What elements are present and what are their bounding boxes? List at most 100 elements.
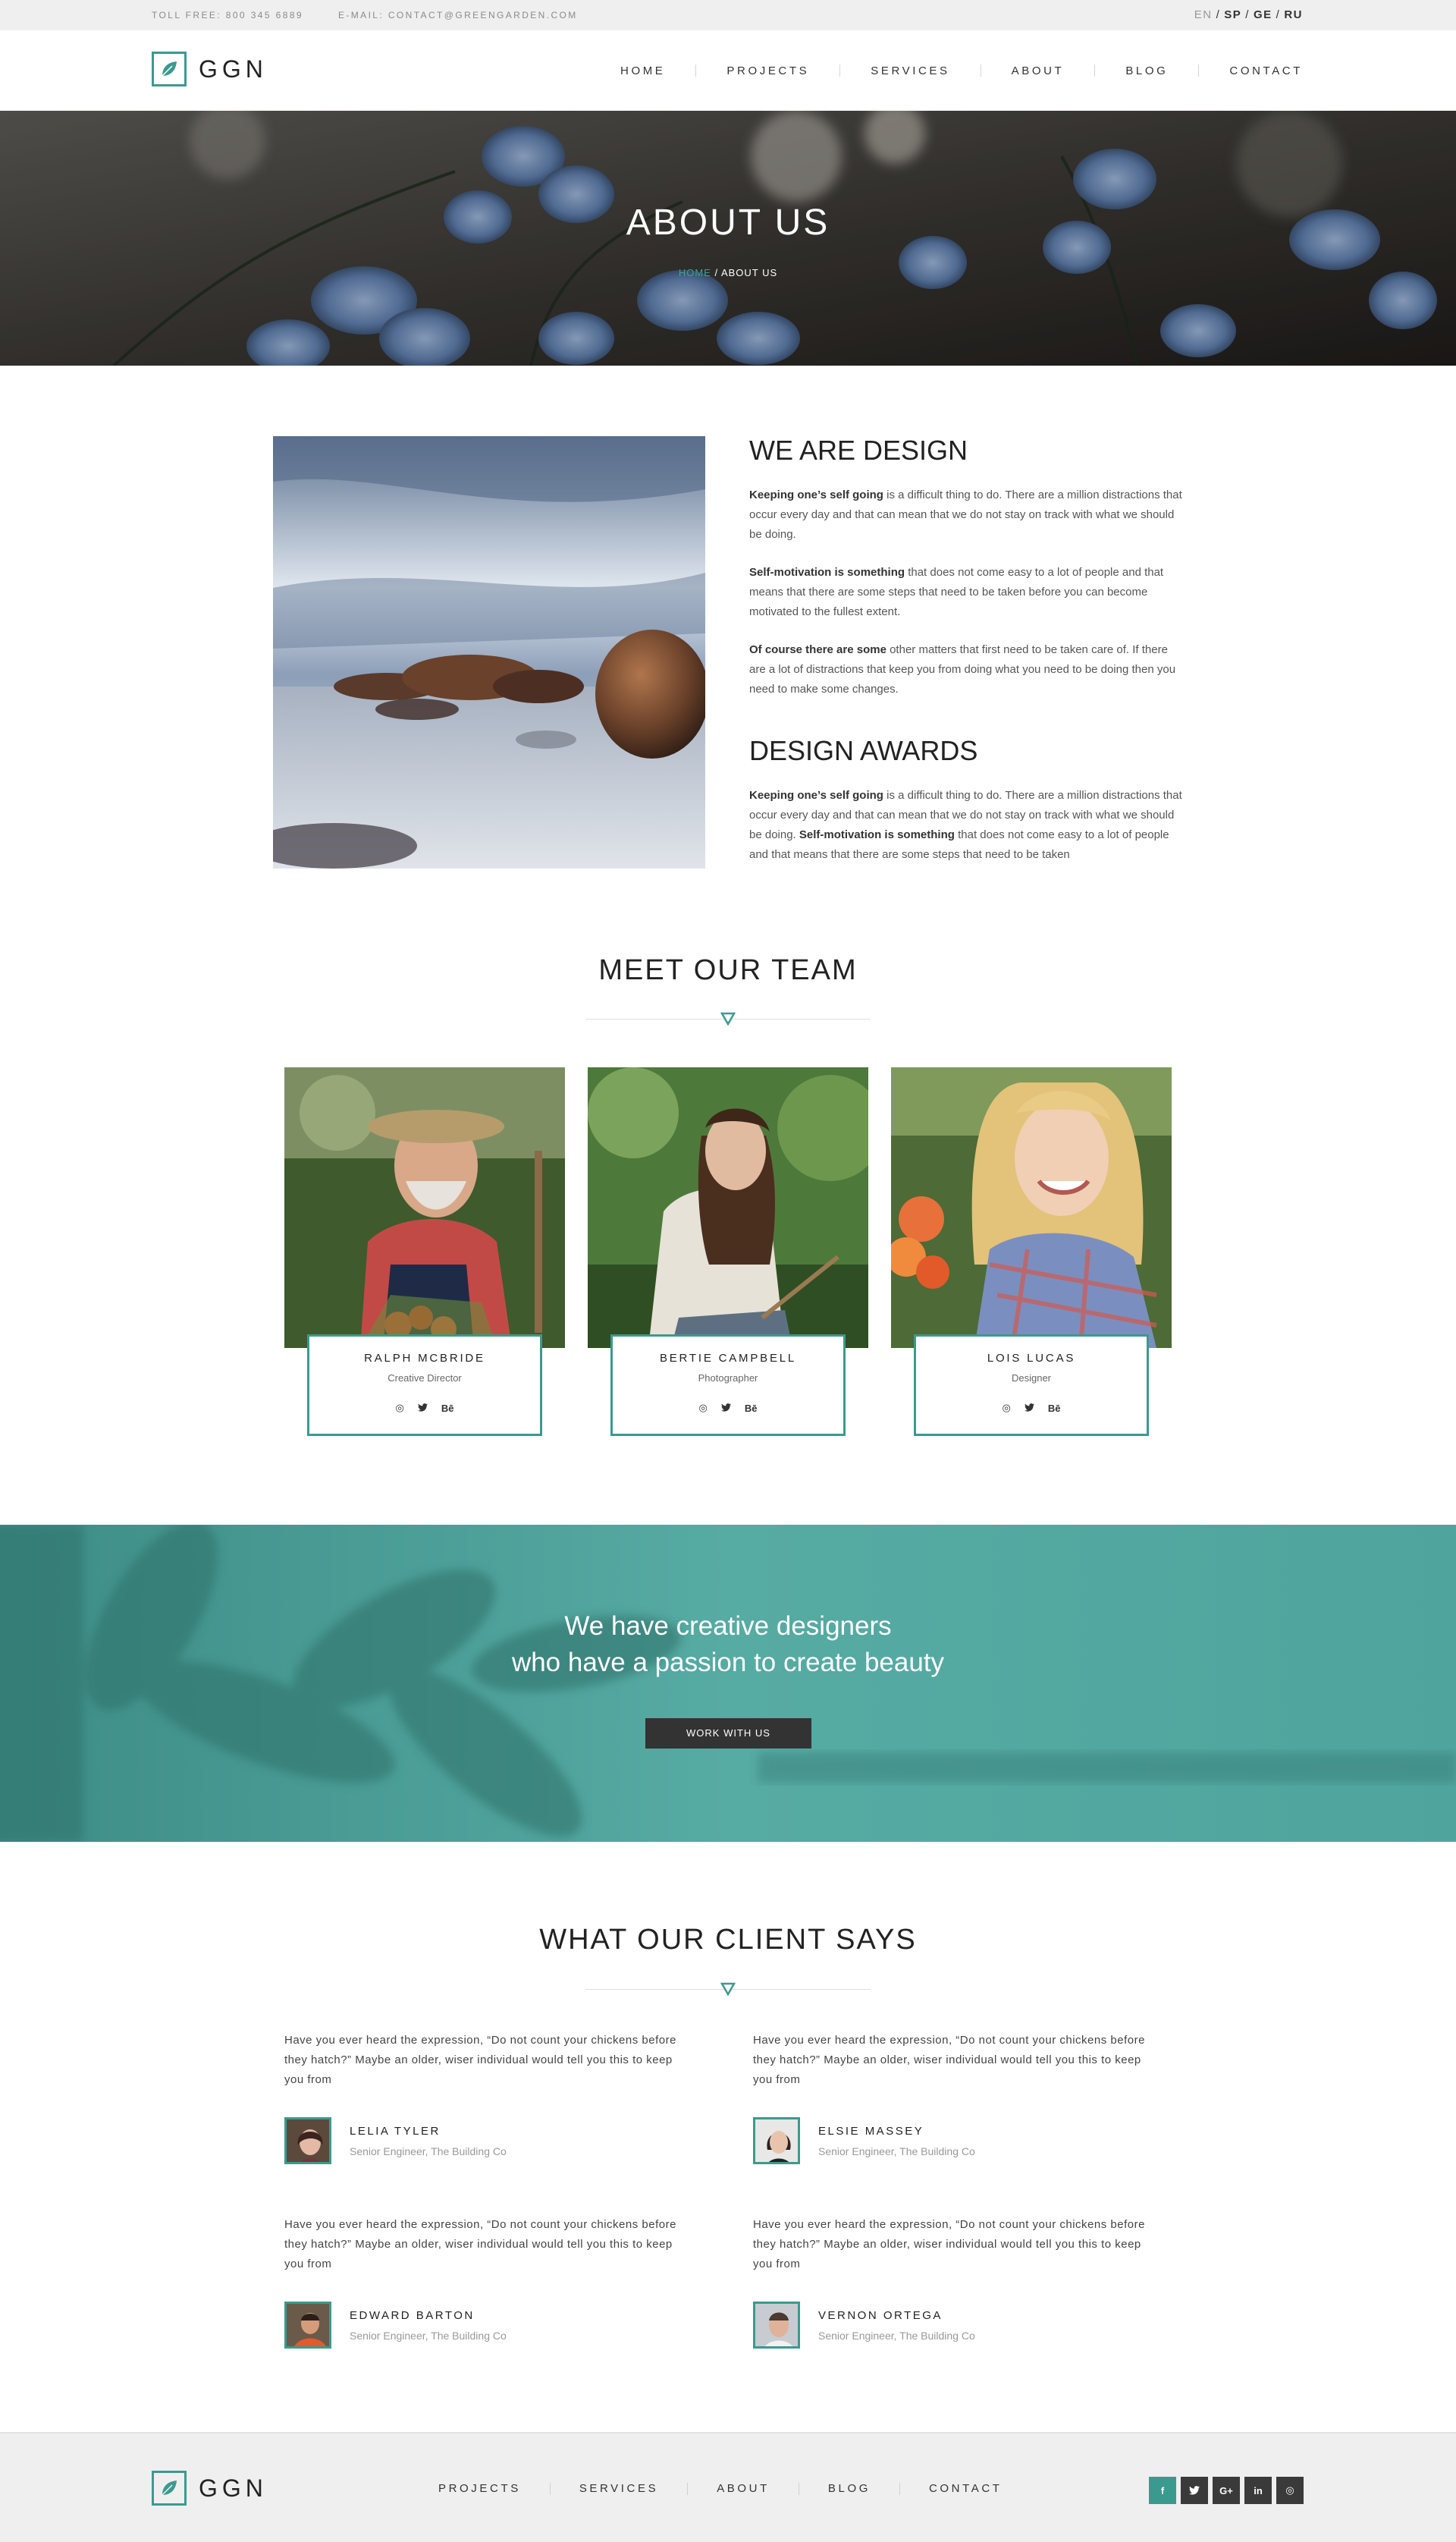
author-role: Senior Engineer, The Building Co [350, 2145, 507, 2157]
author-name: ELSIE MASSEY [818, 2124, 924, 2138]
nav-divider [695, 64, 697, 77]
nav-divider [839, 64, 841, 77]
logo[interactable]: GGN [152, 52, 268, 86]
twitter-icon[interactable] [417, 1403, 428, 1414]
member-role: Photographer [698, 1372, 758, 1384]
twitter-icon[interactable] [720, 1403, 731, 1414]
footer-logo[interactable]: GGN [152, 2471, 268, 2506]
bold-lead: Keeping one’s self going [749, 489, 883, 501]
page-title: ABOUT US [626, 203, 830, 243]
nav-divider [899, 2482, 900, 2495]
design-heading: WE ARE DESIGN [749, 435, 968, 466]
hero-banner: ABOUT US HOME / ABOUT US [0, 111, 1456, 366]
team-member-card: BERTIE CAMPBELL Photographer ◎ Bē [588, 1067, 868, 1439]
footer-nav-projects[interactable]: PROJECTS [438, 2482, 521, 2495]
design-paragraph-1: Keeping one’s self going is a difficult … [749, 485, 1183, 545]
twitter-icon[interactable] [1181, 2477, 1208, 2504]
nav-contact[interactable]: CONTACT [1229, 64, 1303, 77]
testimonial-text: Have you ever heard the expression, “Do … [753, 2218, 1145, 2270]
seascape-image [273, 436, 705, 869]
cta-line-2: who have a passion to create beauty [511, 1648, 945, 1677]
leaf-icon [152, 2471, 187, 2506]
testimonials-heading: WHAT OUR CLIENT SAYS [539, 1924, 917, 1956]
testimonial-author: EDWARD BARTON Senior Engineer, The Build… [284, 2302, 686, 2349]
footer-nav: PROJECTS SERVICES ABOUT BLOG CONTACT [438, 2434, 1003, 2542]
testimonial-author: ELSIE MASSEY Senior Engineer, The Buildi… [753, 2117, 1155, 2164]
nav-about[interactable]: ABOUT [1012, 64, 1065, 77]
cta-banner: We have creative designers who have a pa… [0, 1525, 1456, 1842]
site-header: GGN HOME PROJECTS SERVICES ABOUT BLOG CO… [0, 30, 1456, 111]
nav-projects[interactable]: PROJECTS [726, 64, 809, 77]
nav-blog[interactable]: BLOG [1125, 64, 1168, 77]
logo-text: GGN [199, 2474, 268, 2502]
top-bar: TOLL FREE: 800 345 6889 E-MAIL: CONTACT@G… [0, 0, 1456, 30]
lang-ru[interactable]: RU [1284, 8, 1303, 21]
dribbble-icon[interactable]: ◎ [396, 1402, 404, 1414]
nav-home[interactable]: HOME [620, 64, 665, 77]
dribbble-icon[interactable]: ◎ [699, 1402, 708, 1414]
testimonial-item: Have you ever heard the expression, “Do … [284, 2215, 686, 2349]
author-name: LELIA TYLER [350, 2124, 441, 2138]
member-name: LOIS LUCAS [987, 1352, 1076, 1365]
author-role: Senior Engineer, The Building Co [818, 2329, 975, 2342]
behance-icon[interactable]: Bē [1048, 1403, 1061, 1414]
member-social-links: ◎ Bē [613, 1402, 843, 1414]
leaf-icon [152, 52, 187, 86]
member-photo [891, 1067, 1172, 1348]
member-name: BERTIE CAMPBELL [659, 1352, 797, 1365]
behance-icon[interactable]: Bē [441, 1403, 454, 1414]
breadcrumb-home[interactable]: HOME [679, 267, 711, 278]
avatar [753, 2117, 800, 2164]
footer-social: f G+ in ◎ [1149, 2477, 1304, 2504]
cta-line-1: We have creative designers [564, 1611, 892, 1641]
google-plus-icon[interactable]: G+ [1213, 2477, 1240, 2504]
logo-text: GGN [199, 55, 268, 83]
member-name: RALPH MCBRIDE [364, 1352, 485, 1365]
main-nav: HOME PROJECTS SERVICES ABOUT BLOG CONTAC… [620, 30, 1303, 111]
footer-nav-blog[interactable]: BLOG [828, 2482, 871, 2495]
member-info-card: BERTIE CAMPBELL Photographer ◎ Bē [610, 1334, 846, 1436]
lang-en[interactable]: EN [1194, 8, 1213, 21]
cta-headline: We have creative designers who have a pa… [0, 1608, 1456, 1681]
linkedin-icon[interactable]: in [1244, 2477, 1272, 2504]
footer-nav-contact[interactable]: CONTACT [929, 2482, 1003, 2495]
language-switcher: EN / SP / GE / RU [1194, 0, 1303, 30]
testimonial-item: Have you ever heard the expression, “Do … [284, 2031, 686, 2164]
breadcrumb-current: / ABOUT US [714, 267, 778, 278]
member-info-card: RALPH MCBRIDE Creative Director ◎ Bē [307, 1334, 542, 1436]
awards-heading: DESIGN AWARDS [749, 735, 978, 766]
footer-nav-about[interactable]: ABOUT [717, 2482, 770, 2495]
avatar [753, 2302, 800, 2349]
testimonial-text: Have you ever heard the expression, “Do … [284, 2218, 676, 2270]
member-role: Creative Director [388, 1372, 462, 1384]
dribbble-icon[interactable]: ◎ [1003, 1402, 1011, 1414]
member-info-card: LOIS LUCAS Designer ◎ Bē [914, 1334, 1149, 1436]
team-heading: MEET OUR TEAM [598, 954, 858, 986]
testimonial-text: Have you ever heard the expression, “Do … [753, 2034, 1145, 2086]
nav-services[interactable]: SERVICES [871, 64, 949, 77]
twitter-icon[interactable] [1024, 1403, 1034, 1414]
design-paragraph-2: Self-motivation is something that does n… [749, 563, 1183, 622]
footer-nav-services[interactable]: SERVICES [579, 2482, 658, 2495]
author-name: EDWARD BARTON [350, 2308, 475, 2322]
lang-sp[interactable]: SP [1224, 8, 1241, 21]
instagram-icon[interactable]: ◎ [1276, 2477, 1304, 2504]
toll-free-text: TOLL FREE: 800 345 6889 [152, 10, 303, 20]
author-role: Senior Engineer, The Building Co [818, 2145, 975, 2157]
succulent-background-image [0, 1525, 1456, 1842]
work-with-us-button[interactable]: WORK WITH US [645, 1718, 811, 1749]
author-role: Senior Engineer, The Building Co [350, 2329, 507, 2342]
member-photo [588, 1067, 868, 1348]
breadcrumb: HOME / ABOUT US [0, 267, 1456, 278]
nav-divider [687, 2482, 689, 2495]
facebook-icon[interactable]: f [1149, 2477, 1176, 2504]
contact-info: TOLL FREE: 800 345 6889 E-MAIL: CONTACT@G… [152, 0, 578, 30]
avatar [284, 2117, 331, 2164]
lang-separator: / [1245, 8, 1250, 21]
email-text[interactable]: E-MAIL: CONTACT@GREENGARDEN.COM [338, 10, 578, 20]
behance-icon[interactable]: Bē [745, 1403, 758, 1414]
nav-divider [1198, 64, 1200, 77]
nav-divider [1094, 64, 1096, 77]
lang-ge[interactable]: GE [1254, 8, 1272, 21]
member-social-links: ◎ Bē [916, 1402, 1147, 1414]
